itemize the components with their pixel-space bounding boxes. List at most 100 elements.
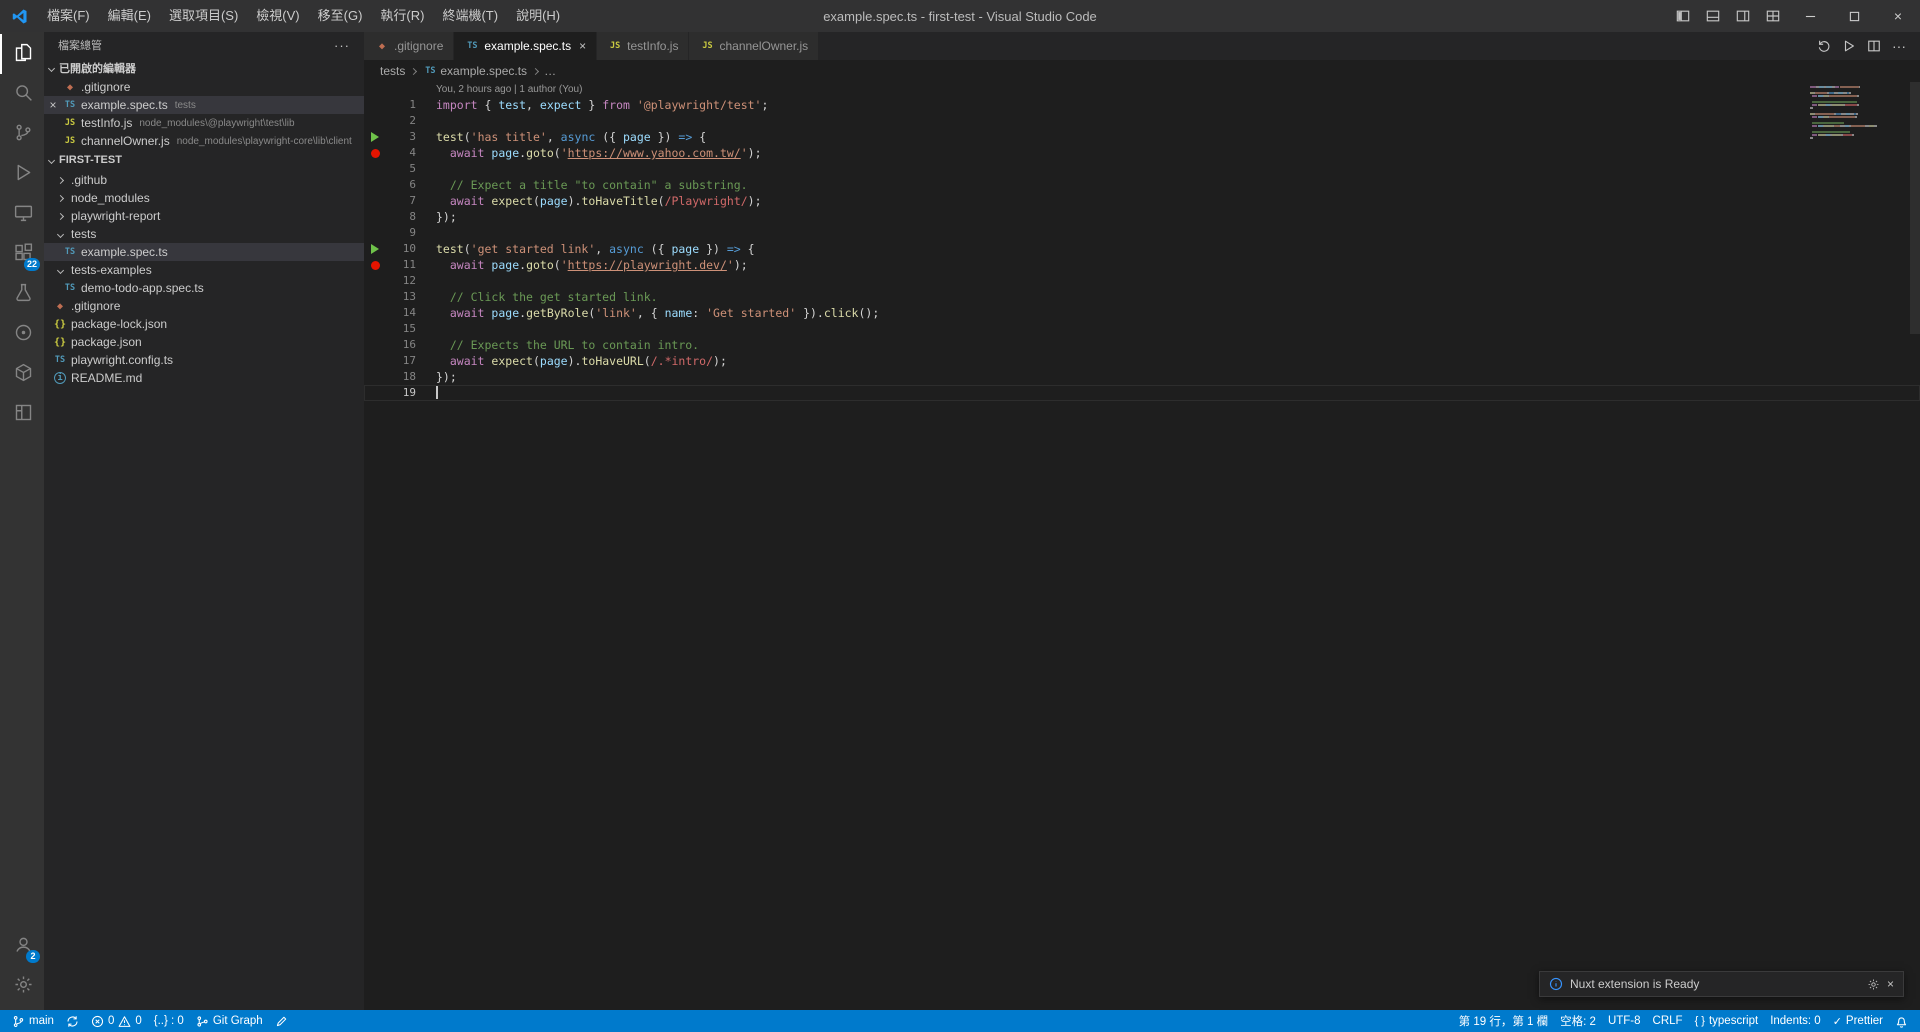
menu-item-6[interactable]: 終端機(T)	[433, 0, 507, 32]
activity-bar-item-settings[interactable]	[0, 966, 44, 1006]
tree-item-gitignore[interactable]: ◆.gitignore	[44, 297, 364, 315]
breakpoint-icon[interactable]	[364, 257, 386, 273]
tab-testinfo-js[interactable]: JStestInfo.js	[597, 32, 689, 60]
line-number[interactable]: 8	[386, 209, 416, 225]
tree-item-package-lock-json[interactable]: {}package-lock.json	[44, 315, 364, 333]
status-language-mode[interactable]: { }typescript	[1689, 1010, 1765, 1032]
code-editor[interactable]: You, 2 hours ago | 1 author (You) 1impor…	[364, 82, 1920, 1010]
activity-bar-item-accounts[interactable]: 2	[0, 926, 44, 966]
line-number[interactable]: 5	[386, 161, 416, 177]
close-button[interactable]: ×	[1876, 0, 1920, 32]
code-line-9[interactable]: 9	[364, 225, 1920, 241]
maximize-button[interactable]	[1832, 0, 1876, 32]
line-number[interactable]: 7	[386, 193, 416, 209]
open-editors-header[interactable]: 已開啟的編輯器	[44, 58, 364, 78]
code-line-12[interactable]: 12	[364, 273, 1920, 289]
close-icon[interactable]: ×	[579, 39, 586, 53]
breadcrumb-item-0[interactable]: tests	[380, 64, 405, 78]
line-number[interactable]: 6	[386, 177, 416, 193]
close-icon[interactable]: ×	[1887, 977, 1894, 991]
navigate-back-icon[interactable]	[1813, 35, 1835, 57]
status-notifications[interactable]	[1889, 1010, 1914, 1032]
activity-bar-item-search[interactable]	[0, 74, 44, 114]
tab-example-spec-ts[interactable]: TSexample.spec.ts×	[454, 32, 597, 60]
tab-gitignore[interactable]: ◆.gitignore	[364, 32, 454, 60]
status-branch[interactable]: main	[6, 1010, 60, 1032]
line-number[interactable]: 4	[386, 145, 416, 161]
open-editor-gitignore[interactable]: ◆.gitignore	[44, 78, 364, 96]
activity-bar-item-remote-explorer[interactable]	[0, 194, 44, 234]
tree-item-playwright-config-ts[interactable]: TSplaywright.config.ts	[44, 351, 364, 369]
open-editor-testinfo-js[interactable]: JStestInfo.jsnode_modules\@playwright\te…	[44, 114, 364, 132]
line-number[interactable]: 10	[386, 241, 416, 257]
line-number[interactable]: 12	[386, 273, 416, 289]
code-line-2[interactable]: 2	[364, 113, 1920, 129]
more-actions-icon[interactable]: ···	[1888, 35, 1910, 57]
line-number[interactable]: 17	[386, 353, 416, 369]
minimize-button[interactable]	[1788, 0, 1832, 32]
tree-item-tests[interactable]: tests	[44, 225, 364, 243]
tree-item-tests-examples[interactable]: tests-examples	[44, 261, 364, 279]
code-line-4[interactable]: 4 await page.goto('https://www.yahoo.com…	[364, 145, 1920, 161]
scrollbar[interactable]	[1910, 82, 1920, 334]
tree-item-node-modules[interactable]: node_modules	[44, 189, 364, 207]
breadcrumb-item-1[interactable]: TSexample.spec.ts	[422, 64, 527, 78]
line-number[interactable]: 18	[386, 369, 416, 385]
code-line-16[interactable]: 16 // Expects the URL to contain intro.	[364, 337, 1920, 353]
code-line-11[interactable]: 11 await page.goto('https://playwright.d…	[364, 257, 1920, 273]
line-number[interactable]: 11	[386, 257, 416, 273]
menu-item-1[interactable]: 編輯(E)	[99, 0, 160, 32]
line-number[interactable]: 9	[386, 225, 416, 241]
menu-item-7[interactable]: 說明(H)	[507, 0, 569, 32]
code-line-5[interactable]: 5	[364, 161, 1920, 177]
run-test-icon[interactable]	[364, 129, 386, 145]
status-edit[interactable]	[269, 1010, 294, 1032]
toggle-panel-icon[interactable]	[1698, 0, 1728, 32]
status-cursor-position[interactable]: 第 19 行，第 1 欄	[1453, 1010, 1554, 1032]
code-line-7[interactable]: 7 await expect(page).toHaveTitle(/Playwr…	[364, 193, 1920, 209]
close-icon[interactable]: ×	[44, 98, 62, 112]
status-problems[interactable]: 00	[85, 1010, 148, 1032]
toggle-sidebar-icon[interactable]	[1668, 0, 1698, 32]
tree-item-package-json[interactable]: {}package.json	[44, 333, 364, 351]
tree-item-example-spec-ts[interactable]: TSexample.spec.ts	[44, 243, 364, 261]
activity-bar-item-extensions[interactable]: 22	[0, 234, 44, 274]
code-line-3[interactable]: 3test('has title', async ({ page }) => {	[364, 129, 1920, 145]
minimap[interactable]	[1810, 86, 1906, 143]
breakpoint-icon[interactable]	[364, 145, 386, 161]
code-line-8[interactable]: 8});	[364, 209, 1920, 225]
customize-layout-icon[interactable]	[1758, 0, 1788, 32]
breadcrumb-item-2[interactable]: …	[544, 64, 556, 78]
open-editor-example-spec-ts[interactable]: ×TSexample.spec.tstests	[44, 96, 364, 114]
toggle-secondary-sidebar-icon[interactable]	[1728, 0, 1758, 32]
tree-item-playwright-report[interactable]: playwright-report	[44, 207, 364, 225]
activity-bar-item-explorer[interactable]	[0, 34, 44, 74]
code-line-15[interactable]: 15	[364, 321, 1920, 337]
code-line-6[interactable]: 6 // Expect a title "to contain" a subst…	[364, 177, 1920, 193]
open-editor-channelowner-js[interactable]: JSchannelOwner.jsnode_modules\playwright…	[44, 132, 364, 150]
code-line-10[interactable]: 10test('get started link', async ({ page…	[364, 241, 1920, 257]
activity-bar-item-source-control[interactable]	[0, 114, 44, 154]
activity-bar-item-extension-view-3[interactable]	[0, 394, 44, 434]
status-sync[interactable]	[60, 1010, 85, 1032]
activity-bar-item-testing[interactable]	[0, 274, 44, 314]
run-icon[interactable]	[1838, 35, 1860, 57]
activity-bar-item-extension-view-1[interactable]	[0, 314, 44, 354]
code-line-1[interactable]: 1import { test, expect } from '@playwrig…	[364, 97, 1920, 113]
code-line-19[interactable]: 19	[364, 385, 1920, 401]
menu-item-5[interactable]: 執行(R)	[371, 0, 433, 32]
blame-annotation[interactable]: You, 2 hours ago | 1 author (You)	[364, 82, 1920, 97]
status-git-graph[interactable]: Git Graph	[190, 1010, 269, 1032]
line-number[interactable]: 2	[386, 113, 416, 129]
line-number[interactable]: 13	[386, 289, 416, 305]
tree-item-demo-todo-app-spec-ts[interactable]: TSdemo-todo-app.spec.ts	[44, 279, 364, 297]
line-number[interactable]: 19	[386, 385, 416, 401]
more-actions-icon[interactable]: ···	[334, 38, 350, 53]
code-line-18[interactable]: 18});	[364, 369, 1920, 385]
menu-item-0[interactable]: 檔案(F)	[38, 0, 99, 32]
line-number[interactable]: 1	[386, 97, 416, 113]
tree-item-github[interactable]: .github	[44, 171, 364, 189]
code-line-14[interactable]: 14 await page.getByRole('link', { name: …	[364, 305, 1920, 321]
status-indents[interactable]: Indents: 0	[1764, 1010, 1827, 1032]
line-number[interactable]: 15	[386, 321, 416, 337]
